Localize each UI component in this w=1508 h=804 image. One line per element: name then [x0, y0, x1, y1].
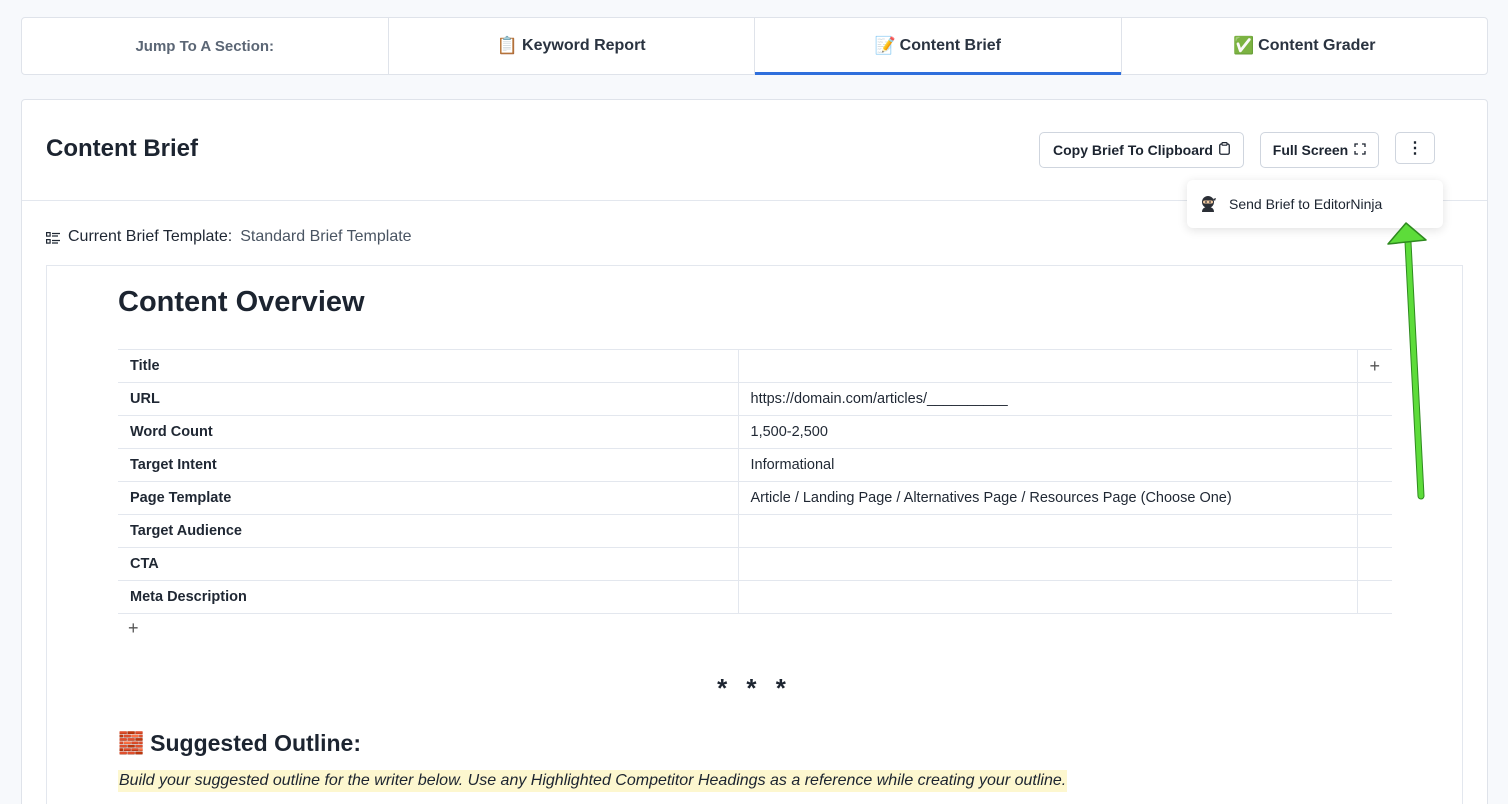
row-value[interactable]: Article / Landing Page / Alternatives Pa…	[738, 481, 1358, 515]
current-template-row: Current Brief Template: Standard Brief T…	[46, 228, 412, 246]
row-key[interactable]: Target Intent	[118, 448, 739, 482]
tab-label: Content Grader	[1258, 37, 1376, 54]
full-screen-label: Full Screen	[1272, 142, 1349, 158]
outline-instructions: Build your suggested outline for the wri…	[118, 770, 1068, 792]
outline-heading-text: Suggested Outline:	[150, 730, 361, 756]
clipboard-icon	[1219, 142, 1230, 158]
row-key[interactable]: CTA	[118, 547, 739, 581]
tab-label: Content Brief	[899, 37, 1001, 54]
clipboard-icon: 📋	[496, 36, 519, 56]
separator: * * *	[717, 673, 792, 703]
bricks-icon: 🧱	[118, 731, 145, 755]
table-row: Word Count 1,500-2,500	[118, 415, 1392, 449]
table-row: Title +	[118, 349, 1392, 383]
section-nav: Jump To A Section: 📋 Keyword Report 📝 Co…	[21, 17, 1488, 75]
tab-content-grader[interactable]: ✅ Content Grader	[1122, 18, 1488, 74]
template-value[interactable]: Standard Brief Template	[240, 228, 411, 246]
copy-brief-button[interactable]: Copy Brief To Clipboard	[1039, 132, 1244, 168]
memo-icon: 📝	[874, 36, 896, 56]
row-key[interactable]: Page Template	[118, 481, 739, 515]
row-value[interactable]: 1,500-2,500	[738, 415, 1358, 449]
table-row: Target Audience	[118, 514, 1392, 548]
table-row: Meta Description	[118, 580, 1392, 614]
check-icon: ✅	[1232, 36, 1255, 56]
row-value[interactable]: https://domain.com/articles/__________	[738, 382, 1358, 416]
more-options-button[interactable]: ⋮	[1395, 132, 1435, 164]
row-key[interactable]: URL	[118, 382, 739, 416]
suggested-outline-heading: 🧱 Suggested Outline:	[118, 730, 361, 757]
table-row: CTA	[118, 547, 1392, 581]
tab-content-brief[interactable]: 📝 Content Brief	[755, 18, 1122, 75]
brief-editor[interactable]: Content Overview Title + URL https://dom…	[46, 265, 1463, 804]
table-row: Page Template Article / Landing Page / A…	[118, 481, 1392, 515]
ninja-icon	[1199, 195, 1217, 213]
overview-table: Title + URL https://domain.com/articles/…	[118, 349, 1392, 614]
row-value[interactable]	[738, 547, 1358, 581]
section-nav-label: Jump To A Section:	[22, 18, 389, 74]
expand-icon	[1354, 142, 1366, 158]
send-to-editorninja-item[interactable]: Send Brief to EditorNinja	[1229, 196, 1382, 212]
row-key[interactable]: Title	[118, 349, 739, 383]
full-screen-button[interactable]: Full Screen	[1260, 132, 1379, 168]
add-row-icon[interactable]: +	[128, 618, 139, 639]
row-value[interactable]: Informational	[738, 448, 1358, 482]
row-value[interactable]	[738, 349, 1358, 383]
page-title: Content Brief	[46, 135, 198, 162]
row-key[interactable]: Target Audience	[118, 514, 739, 548]
copy-brief-label: Copy Brief To Clipboard	[1053, 142, 1213, 158]
tab-keyword-report[interactable]: 📋 Keyword Report	[389, 18, 755, 74]
row-value[interactable]	[738, 514, 1358, 548]
kebab-icon: ⋮	[1407, 140, 1423, 157]
row-key[interactable]: Word Count	[118, 415, 739, 449]
annotation-arrow	[1387, 222, 1427, 500]
row-value[interactable]	[738, 580, 1358, 614]
content-overview-heading: Content Overview	[118, 286, 365, 318]
list-icon	[46, 231, 60, 244]
row-key[interactable]: Meta Description	[118, 580, 739, 614]
tab-label: Keyword Report	[522, 37, 646, 54]
table-row: URL https://domain.com/articles/________…	[118, 382, 1392, 416]
template-label: Current Brief Template:	[68, 228, 233, 245]
table-row: Target Intent Informational	[118, 448, 1392, 482]
